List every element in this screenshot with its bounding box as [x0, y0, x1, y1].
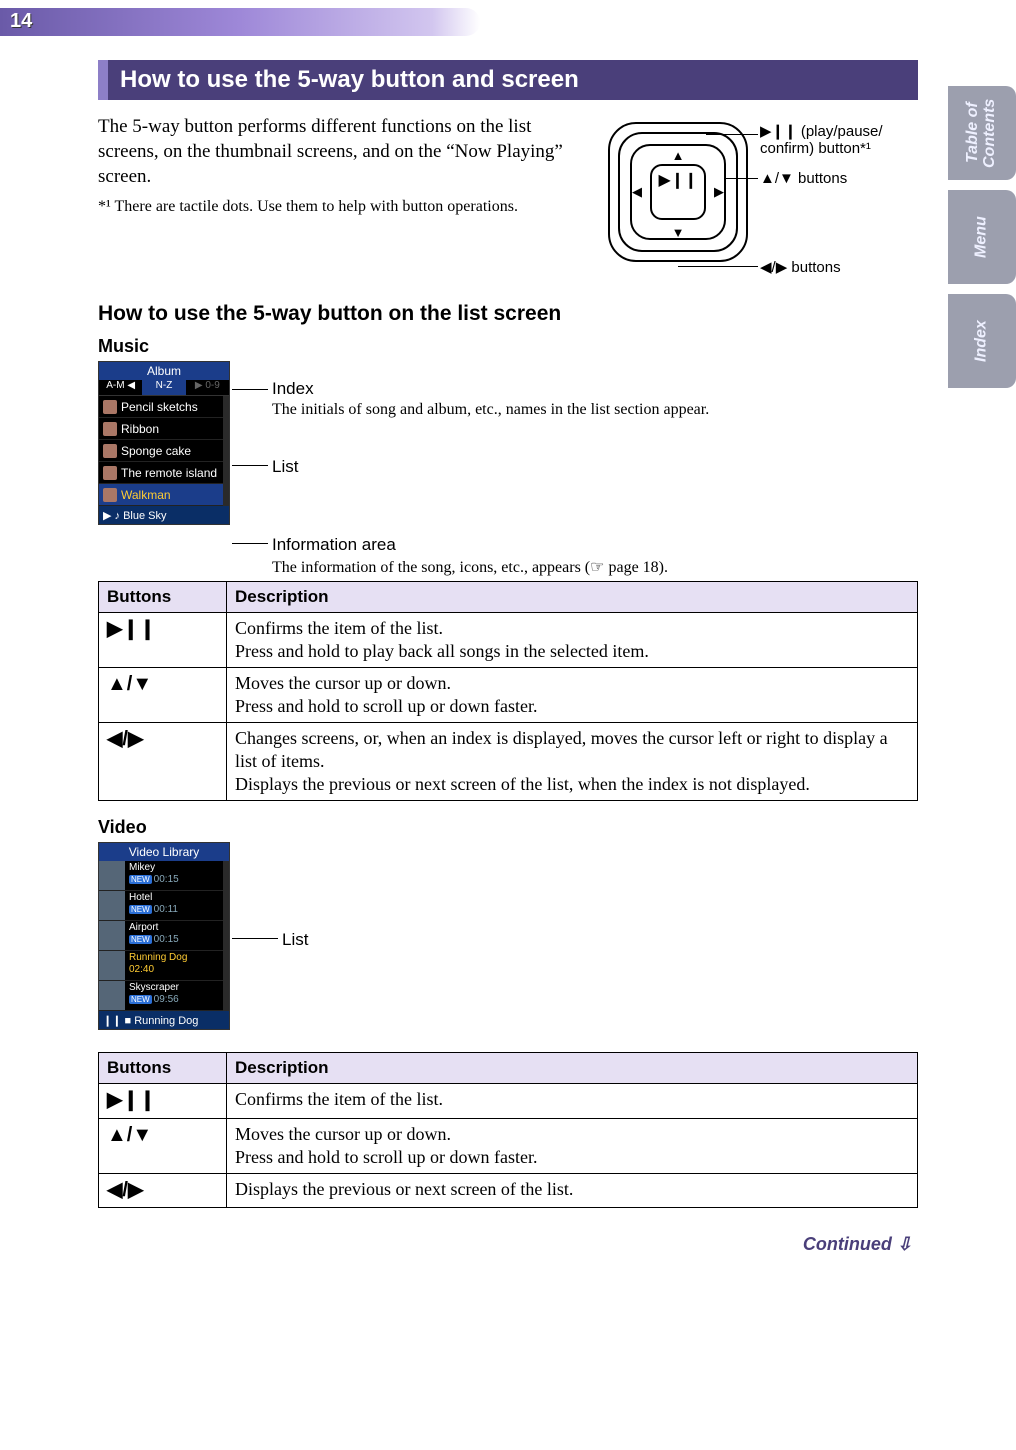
list-item: SkyscraperNEW09:56	[99, 981, 223, 1011]
right-arrow-icon: ▶	[714, 122, 724, 262]
music-heading: Music	[98, 336, 918, 357]
continued-indicator: Continued ⇩	[98, 1234, 918, 1255]
section-title: How to use the 5-way button and screen	[98, 60, 918, 100]
diagram-label-leftright: ◀/▶ buttons	[760, 258, 841, 276]
five-way-button-drawing: ▶❙❙ ▲ ▼ ◀ ▶	[608, 122, 748, 262]
up-arrow-icon: ▲	[608, 148, 748, 163]
subsection-title: How to use the 5-way button on the list …	[98, 302, 918, 326]
index-tab-selected: N-Z	[142, 380, 185, 395]
label-index-desc: The initials of song and album, etc., na…	[272, 401, 709, 419]
index-tab: A-M ◀	[99, 380, 142, 395]
button-description: Confirms the item of the list.Press and …	[227, 613, 918, 668]
diagram-label-updown: ▲/▼ buttons	[760, 170, 847, 187]
music-buttons-table: Buttons Description ▶❙❙Confirms the item…	[98, 581, 918, 801]
list-item: Sponge cake	[99, 440, 223, 462]
table-row: ▲/▼Moves the cursor up or down.Press and…	[99, 668, 918, 723]
table-row: ▲/▼Moves the cursor up or down.Press and…	[99, 1118, 918, 1173]
list-item: Walkman	[99, 484, 223, 506]
page-number-pill: 14	[0, 8, 480, 36]
tab-table-of-contents[interactable]: Table of Contents	[948, 86, 1016, 180]
table-row: ▶❙❙Confirms the item of the list.Press a…	[99, 613, 918, 668]
tab-menu[interactable]: Menu	[948, 190, 1016, 284]
list-item: MikeyNEW00:15	[99, 861, 223, 891]
video-heading: Video	[98, 817, 918, 838]
list-item: AirportNEW00:15	[99, 921, 223, 951]
list-item: The remote island	[99, 462, 223, 484]
list-item: Pencil sketchs	[99, 396, 223, 418]
label-info-desc: The information of the song, icons, etc.…	[272, 557, 668, 577]
diagram-label-play: ▶❙❙ (play/pause/ confirm) button*¹	[760, 122, 918, 157]
label-index: Index	[272, 379, 709, 399]
table-header-buttons: Buttons	[99, 582, 227, 613]
table-row: ▶❙❙Confirms the item of the list.	[99, 1084, 918, 1119]
button-description: Changes screens, or, when an index is di…	[227, 723, 918, 801]
button-symbol: ◀/▶	[99, 1173, 227, 1208]
table-header-description: Description	[227, 1053, 918, 1084]
table-header-buttons: Buttons	[99, 1053, 227, 1084]
label-info-area: Information area	[272, 535, 668, 555]
button-symbol: ▶❙❙	[99, 613, 227, 668]
button-description: Confirms the item of the list.	[227, 1084, 918, 1119]
index-tab: ▶ 0-9	[186, 380, 229, 395]
video-screen-title: Video Library	[99, 843, 229, 861]
page-number: 14	[10, 10, 32, 33]
video-info-bar: ❙❙ ■ Running Dog	[99, 1011, 229, 1029]
button-symbol: ◀/▶	[99, 723, 227, 801]
intro-paragraph: The 5-way button performs different func…	[98, 114, 588, 189]
music-index-bar: A-M ◀ N-Z ▶ 0-9	[99, 380, 229, 396]
table-row: ◀/▶Displays the previous or next screen …	[99, 1173, 918, 1208]
button-symbol: ▲/▼	[99, 668, 227, 723]
table-row: ◀/▶Changes screens, or, when an index is…	[99, 723, 918, 801]
button-description: Moves the cursor up or down.Press and ho…	[227, 668, 918, 723]
table-header-description: Description	[227, 582, 918, 613]
tab-index[interactable]: Index	[948, 294, 1016, 388]
list-item: Running Dog02:40	[99, 951, 223, 981]
left-arrow-icon: ◀	[632, 122, 642, 262]
five-way-button-diagram: ▶❙❙ ▲ ▼ ◀ ▶ ▶❙❙ (play/pause/ confirm) bu…	[608, 114, 918, 284]
video-list-screenshot: Video Library MikeyNEW00:15HotelNEW00:11…	[98, 842, 230, 1030]
down-arrow-icon: ▼	[608, 225, 748, 240]
music-info-bar: ▶ ♪ Blue Sky	[99, 506, 229, 524]
list-item: Ribbon	[99, 418, 223, 440]
video-buttons-table: Buttons Description ▶❙❙Confirms the item…	[98, 1052, 918, 1208]
footnote: *¹ There are tactile dots. Use them to h…	[98, 197, 588, 218]
button-description: Moves the cursor up or down.Press and ho…	[227, 1118, 918, 1173]
button-description: Displays the previous or next screen of …	[227, 1173, 918, 1208]
button-symbol: ▲/▼	[99, 1118, 227, 1173]
list-item: HotelNEW00:11	[99, 891, 223, 921]
label-list: List	[272, 457, 298, 477]
music-screen-title: Album	[99, 362, 229, 380]
play-pause-icon: ▶❙❙	[608, 170, 748, 190]
label-video-list: List	[282, 930, 308, 950]
music-list-screenshot: Album A-M ◀ N-Z ▶ 0-9 Pencil sketchsRibb…	[98, 361, 230, 525]
button-symbol: ▶❙❙	[99, 1084, 227, 1119]
